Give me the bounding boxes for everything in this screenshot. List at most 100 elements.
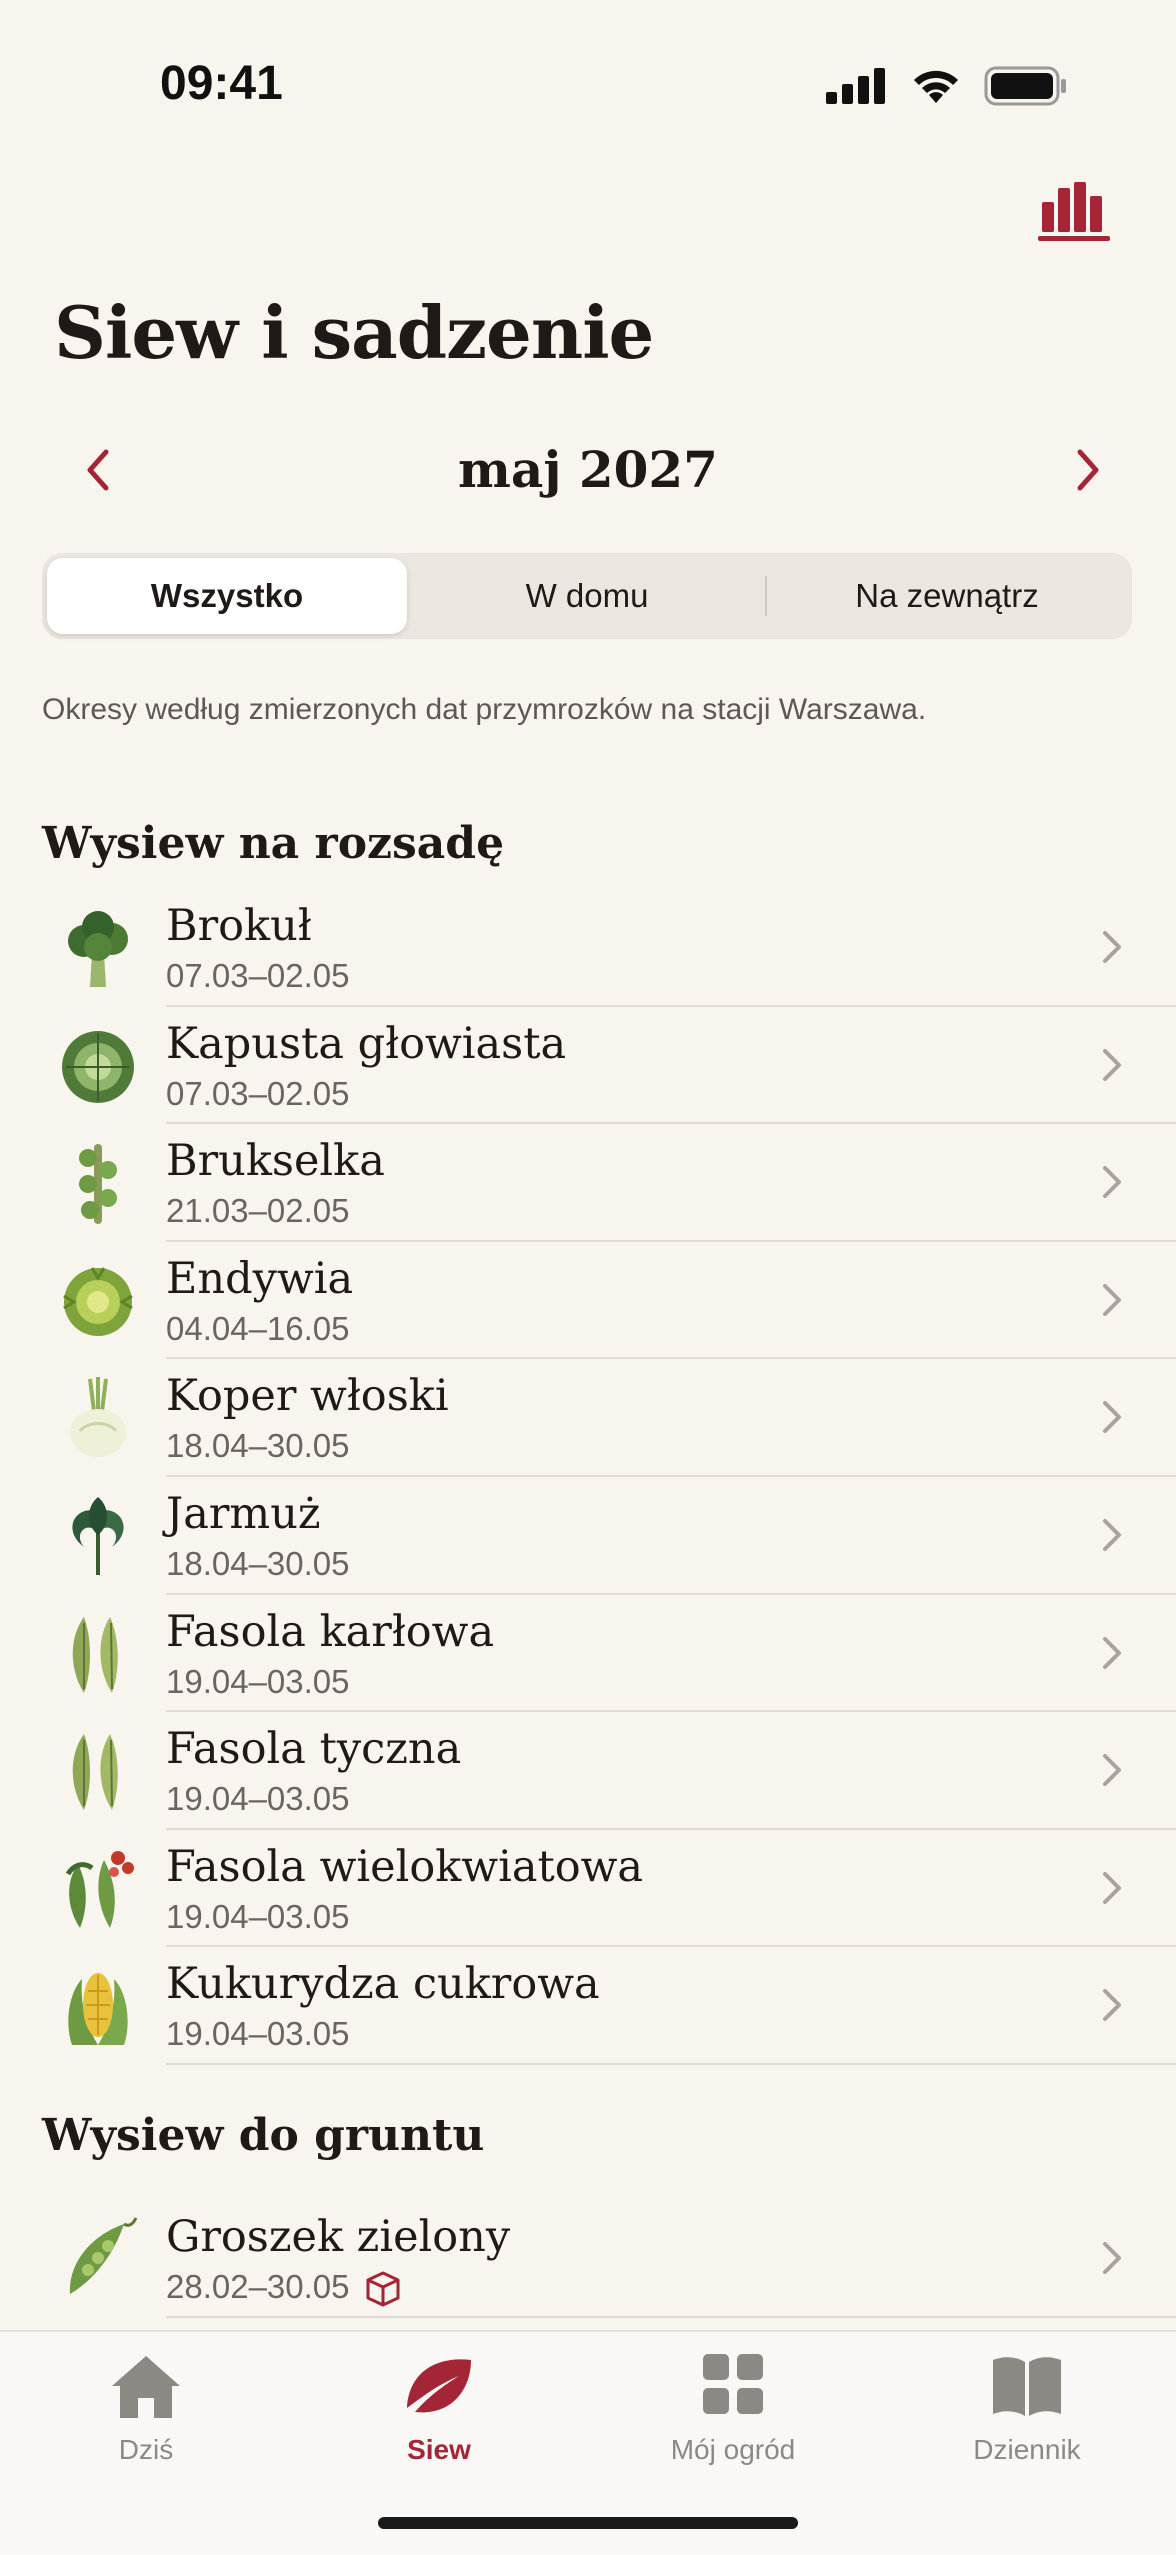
- tab-label: Dziennik: [973, 2434, 1081, 2465]
- stats-button[interactable]: [1038, 180, 1110, 242]
- item-date-range-text: 19.04–03.05: [166, 1662, 350, 1700]
- broccoli-icon: [68, 911, 128, 987]
- list-item[interactable]: Fasola karłowa 19.04–03.05: [0, 1595, 1176, 1713]
- chevron-right-icon: [1103, 1754, 1121, 1787]
- tab-label: Dziś: [118, 2434, 174, 2465]
- chevron-right-icon: [1103, 931, 1121, 963]
- chevron-right-icon: [1103, 1636, 1121, 1669]
- item-name: Kukurydza cukrowa: [166, 1959, 600, 2010]
- home-icon: [112, 2356, 180, 2418]
- item-date-range-text: 19.04–03.05: [166, 1897, 350, 1935]
- location-filter: Wszystko W domu Na zewnątrz: [42, 553, 1132, 639]
- item-date-range-text: 21.03–02.05: [166, 1192, 350, 1230]
- item-date-range-text: 18.04–30.05: [166, 1427, 350, 1465]
- cabbage-icon: [62, 1030, 134, 1103]
- item-date-range: 07.03–02.05: [166, 957, 350, 995]
- segment-outdoor[interactable]: Na zewnątrz: [767, 558, 1127, 634]
- item-date-range-text: 19.04–03.05: [166, 1780, 350, 1818]
- page-title: Siew i sadzenie: [54, 290, 654, 375]
- item-name: Endywia: [166, 1253, 354, 1304]
- item-date-range-text: 19.04–03.05: [166, 2015, 350, 2053]
- wifi-icon: [914, 70, 958, 103]
- item-name: Jarmuż: [166, 1488, 321, 1539]
- item-name: Fasola wielokwiatowa: [166, 1841, 644, 1892]
- item-date-range: 04.04–16.05: [166, 1310, 350, 1348]
- item-date-range-text: 07.03–02.05: [166, 957, 350, 994]
- list-item[interactable]: Koper włoski 18.04–30.05: [0, 1359, 1176, 1477]
- chevron-right-icon: [1103, 1989, 1121, 2022]
- list-item[interactable]: Groszek zielony 28.02–30.05: [0, 2200, 1176, 2318]
- item-date-range: 19.04–03.05: [166, 2015, 350, 2053]
- item-date-range: 07.03–02.05: [166, 1075, 350, 1113]
- bean-pod-icon: [72, 1734, 118, 1811]
- item-name: Kapusta głowiasta: [166, 1018, 567, 1069]
- list-item[interactable]: Endywia 04.04–16.05: [0, 1242, 1176, 1360]
- list-item[interactable]: Jarmuż 18.04–30.05: [0, 1477, 1176, 1595]
- item-date-range: 19.04–03.05: [166, 1663, 350, 1701]
- item-date-range-text: 07.03–02.05: [166, 1074, 350, 1112]
- month-navigation: maj 2027: [0, 430, 1176, 510]
- status-time: 09:41: [160, 57, 283, 110]
- item-date-range: 19.04–03.05: [166, 1898, 350, 1936]
- month-label: maj 2027: [458, 440, 718, 499]
- list-item[interactable]: Fasola tyczna 19.04–03.05: [0, 1712, 1176, 1830]
- home-indicator: [378, 2517, 798, 2529]
- tab-my-garden[interactable]: Mój ogród: [633, 2350, 833, 2466]
- bean-pod-icon: [72, 1616, 118, 1693]
- item-name: Groszek zielony: [166, 2212, 511, 2262]
- segment-indoor[interactable]: W domu: [407, 558, 767, 634]
- chevron-right-icon: [1103, 1401, 1121, 1434]
- tab-sowing[interactable]: Siew: [339, 2350, 539, 2466]
- list-item[interactable]: Kapusta głowiasta 07.03–02.05: [0, 1007, 1176, 1125]
- item-date-range-text: 04.04–16.05: [166, 1309, 350, 1347]
- row-separator: [166, 2315, 1176, 2318]
- chevron-right-icon: [1103, 1283, 1121, 1316]
- item-date-range: 18.04–30.05: [166, 1545, 350, 1583]
- list-item[interactable]: Fasola wielokwiatowa 19.04–03.05: [0, 1830, 1176, 1948]
- section-header-transplant: Wysiew na rozsadę: [42, 818, 505, 869]
- item-date-range-text: 28.02–30.05: [166, 2268, 350, 2305]
- item-date-range: 18.04–30.05: [166, 1427, 350, 1465]
- tab-today[interactable]: Dziś: [46, 2350, 246, 2466]
- list-item[interactable]: Brukselka 21.03–02.05: [0, 1124, 1176, 1242]
- chevron-right-icon: [1103, 1518, 1121, 1551]
- status-icons: [826, 66, 1068, 106]
- chevron-right-icon: [1103, 1871, 1121, 1904]
- direct-sow-list: Groszek zielony 28.02–30.05: [0, 2200, 1176, 2318]
- item-date-range-text: 18.04–30.05: [166, 1544, 350, 1582]
- frost-info-text: Okresy według zmierzonych dat przymrozkó…: [42, 693, 927, 726]
- segment-all[interactable]: Wszystko: [47, 558, 407, 634]
- chevron-right-icon: [1103, 1048, 1121, 1081]
- seed-packet-icon: [366, 2271, 400, 2307]
- transplant-list: Brokuł 07.03–02.05 Kapusta głowiasta 07.03–…: [0, 889, 1176, 2065]
- chevron-right-icon: [1103, 1166, 1121, 1199]
- item-name: Brukselka: [166, 1136, 385, 1187]
- book-icon: [993, 2357, 1061, 2416]
- chevron-right-icon: [1103, 2242, 1121, 2274]
- cellular-signal-icon: [826, 68, 885, 104]
- item-date-range: 19.04–03.05: [166, 1780, 350, 1818]
- tab-label: Siew: [407, 2434, 471, 2465]
- kale-icon: [72, 1496, 124, 1575]
- tab-journal[interactable]: Dziennik: [927, 2350, 1127, 2466]
- status-bar: 09:41: [0, 0, 1176, 150]
- item-name: Koper włoski: [166, 1371, 449, 1422]
- fennel-icon: [70, 1377, 126, 1458]
- battery-icon: [984, 66, 1066, 106]
- grid-icon: [703, 2354, 763, 2414]
- item-name: Fasola karłowa: [166, 1606, 495, 1657]
- section-header-direct-sow: Wysiew do gruntu: [42, 2110, 485, 2161]
- item-name: Brokuł: [166, 901, 312, 951]
- runner-bean-icon: [65, 1850, 134, 1928]
- chevron-right-icon: [1077, 449, 1099, 491]
- list-item[interactable]: Kukurydza cukrowa 19.04–03.05: [0, 1947, 1176, 2065]
- next-month-button[interactable]: [1066, 440, 1110, 500]
- corn-icon: [68, 1973, 128, 2046]
- endive-icon: [63, 1267, 133, 1336]
- leaf-icon: [407, 2359, 471, 2413]
- brussels-sprouts-icon: [79, 1144, 117, 1225]
- item-date-range: 21.03–02.05: [166, 1192, 350, 1230]
- list-item[interactable]: Brokuł 07.03–02.05: [0, 889, 1176, 1007]
- tab-label: Mój ogród: [670, 2434, 796, 2465]
- item-name: Fasola tyczna: [166, 1724, 462, 1775]
